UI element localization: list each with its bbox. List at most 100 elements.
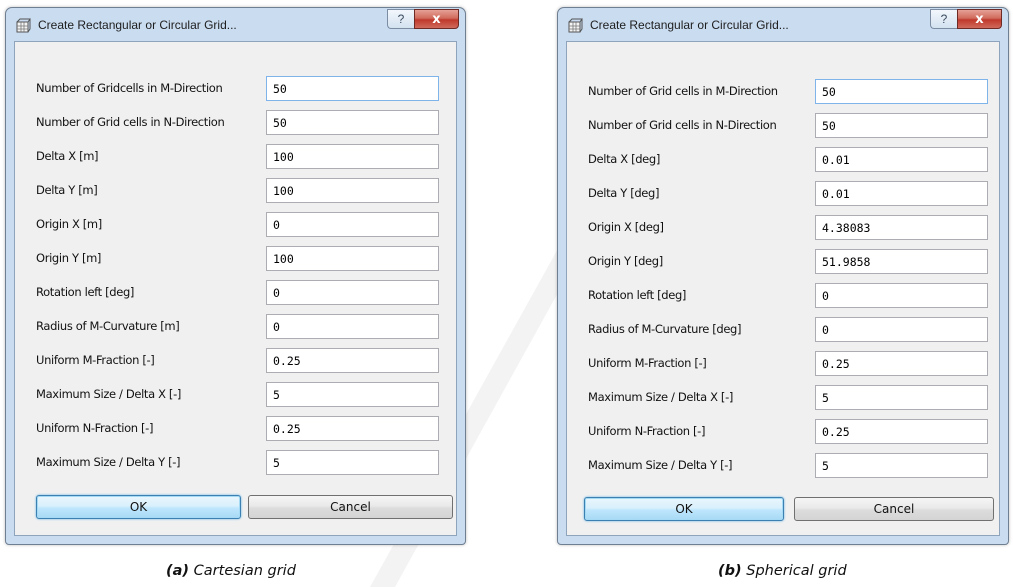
field-label: Delta X [m] <box>36 149 99 163</box>
field-label: Maximum Size / Delta X [-] <box>588 390 734 404</box>
grid-app-icon <box>16 18 31 33</box>
field-row-uniform-n: Uniform N-Fraction [-] <box>567 419 999 445</box>
field-label: Uniform M-Fraction [-] <box>588 356 707 370</box>
field-label: Number of Grid cells in N-Direction <box>588 118 777 132</box>
field-row-uniform-m: Uniform M-Fraction [-] <box>15 348 456 374</box>
field-row-m-cells: Number of Gridcells in M-Direction <box>15 76 456 102</box>
caption-text: Cartesian grid <box>189 563 296 579</box>
rotation-input[interactable] <box>815 283 988 308</box>
title-bar[interactable]: Create Rectangular or Circular Grid... ?… <box>558 8 1008 41</box>
rotation-input[interactable] <box>266 280 439 305</box>
max-size-delta-y-input[interactable] <box>266 450 439 475</box>
field-label: Delta Y [deg] <box>588 186 660 200</box>
field-label: Delta Y [m] <box>36 183 98 197</box>
close-icon: x <box>432 11 441 27</box>
field-label: Number of Grid cells in N-Direction <box>36 115 225 129</box>
origin-x-input[interactable] <box>815 215 988 240</box>
field-row-origin-x: Origin X [m] <box>15 212 456 238</box>
origin-x-input[interactable] <box>266 212 439 237</box>
field-label: Uniform M-Fraction [-] <box>36 353 155 367</box>
field-label: Origin Y [m] <box>36 251 102 265</box>
n-cells-input[interactable] <box>815 113 988 138</box>
uniform-n-fraction-input[interactable] <box>815 419 988 444</box>
help-button[interactable]: ? <box>387 9 414 29</box>
dialog-cartesian-grid: Create Rectangular or Circular Grid... ?… <box>5 7 466 545</box>
field-label: Origin X [m] <box>36 217 102 231</box>
field-row-origin-y: Origin Y [m] <box>15 246 456 272</box>
grid-app-icon <box>568 18 583 33</box>
ok-button-label: OK <box>675 502 693 516</box>
field-row-origin-x: Origin X [deg] <box>567 215 999 241</box>
question-icon: ? <box>940 12 948 26</box>
caption-cartesian: (a) Cartesian grid <box>166 563 296 579</box>
dialog-body: Number of Grid cells in M-Direction Numb… <box>566 41 1000 536</box>
field-label: Maximum Size / Delta Y [-] <box>588 458 733 472</box>
field-label: Radius of M-Curvature [m] <box>36 319 180 333</box>
help-button[interactable]: ? <box>930 9 957 29</box>
cancel-button-label: Cancel <box>873 502 915 516</box>
field-row-n-cells: Number of Grid cells in N-Direction <box>567 113 999 139</box>
m-curvature-input[interactable] <box>266 314 439 339</box>
caption-spherical: (b) Spherical grid <box>718 563 847 579</box>
title-bar[interactable]: Create Rectangular or Circular Grid... ?… <box>6 8 465 41</box>
delta-x-input[interactable] <box>815 147 988 172</box>
field-label: Delta X [deg] <box>588 152 660 166</box>
n-cells-input[interactable] <box>266 110 439 135</box>
field-row-delta-y: Delta Y [m] <box>15 178 456 204</box>
field-label: Uniform N-Fraction [-] <box>588 424 706 438</box>
cancel-button[interactable]: Cancel <box>248 495 453 519</box>
delta-y-input[interactable] <box>815 181 988 206</box>
max-size-delta-y-input[interactable] <box>815 453 988 478</box>
field-row-delta-y: Delta Y [deg] <box>567 181 999 207</box>
cancel-button[interactable]: Cancel <box>794 497 994 521</box>
origin-y-input[interactable] <box>815 249 988 274</box>
field-row-max-size-y: Maximum Size / Delta Y [-] <box>15 450 456 476</box>
field-row-n-cells: Number of Grid cells in N-Direction <box>15 110 456 136</box>
uniform-m-fraction-input[interactable] <box>815 351 988 376</box>
field-row-origin-y: Origin Y [deg] <box>567 249 999 275</box>
field-row-delta-x: Delta X [deg] <box>567 147 999 173</box>
field-label: Rotation left [deg] <box>36 285 135 299</box>
field-label: Rotation left [deg] <box>588 288 687 302</box>
close-icon: x <box>975 11 984 27</box>
origin-y-input[interactable] <box>266 246 439 271</box>
caption-text: Spherical grid <box>741 563 847 579</box>
field-label: Maximum Size / Delta X [-] <box>36 387 182 401</box>
field-row-m-curvature: Radius of M-Curvature [m] <box>15 314 456 340</box>
field-label: Radius of M-Curvature [deg] <box>588 322 742 336</box>
ok-button[interactable]: OK <box>36 495 241 519</box>
uniform-n-fraction-input[interactable] <box>266 416 439 441</box>
m-cells-input[interactable] <box>815 79 988 104</box>
max-size-delta-x-input[interactable] <box>815 385 988 410</box>
ok-button[interactable]: OK <box>584 497 784 521</box>
dialog-spherical-grid: Create Rectangular or Circular Grid... ?… <box>557 7 1009 545</box>
field-label: Number of Gridcells in M-Direction <box>36 81 223 95</box>
field-label: Number of Grid cells in M-Direction <box>588 84 778 98</box>
field-row-m-cells: Number of Grid cells in M-Direction <box>567 79 999 105</box>
uniform-m-fraction-input[interactable] <box>266 348 439 373</box>
dialog-title: Create Rectangular or Circular Grid... <box>590 18 789 32</box>
m-curvature-input[interactable] <box>815 317 988 342</box>
close-button[interactable]: x <box>957 9 1002 29</box>
max-size-delta-x-input[interactable] <box>266 382 439 407</box>
delta-y-input[interactable] <box>266 178 439 203</box>
field-row-uniform-m: Uniform M-Fraction [-] <box>567 351 999 377</box>
field-row-max-size-y: Maximum Size / Delta Y [-] <box>567 453 999 479</box>
m-cells-input[interactable] <box>266 76 439 101</box>
field-row-max-size-x: Maximum Size / Delta X [-] <box>15 382 456 408</box>
caption-tag: (b) <box>718 563 742 579</box>
ok-button-label: OK <box>129 500 148 514</box>
dialog-body: Number of Gridcells in M-Direction Numbe… <box>14 41 457 536</box>
field-row-m-curvature: Radius of M-Curvature [deg] <box>567 317 999 343</box>
field-label: Origin X [deg] <box>588 220 664 234</box>
field-label: Uniform N-Fraction [-] <box>36 421 154 435</box>
close-button[interactable]: x <box>414 9 459 29</box>
field-row-rotation: Rotation left [deg] <box>567 283 999 309</box>
cancel-button-label: Cancel <box>330 500 371 514</box>
field-row-uniform-n: Uniform N-Fraction [-] <box>15 416 456 442</box>
delta-x-input[interactable] <box>266 144 439 169</box>
field-row-max-size-x: Maximum Size / Delta X [-] <box>567 385 999 411</box>
field-row-delta-x: Delta X [m] <box>15 144 456 170</box>
dialog-title: Create Rectangular or Circular Grid... <box>38 18 237 32</box>
question-icon: ? <box>397 12 405 26</box>
